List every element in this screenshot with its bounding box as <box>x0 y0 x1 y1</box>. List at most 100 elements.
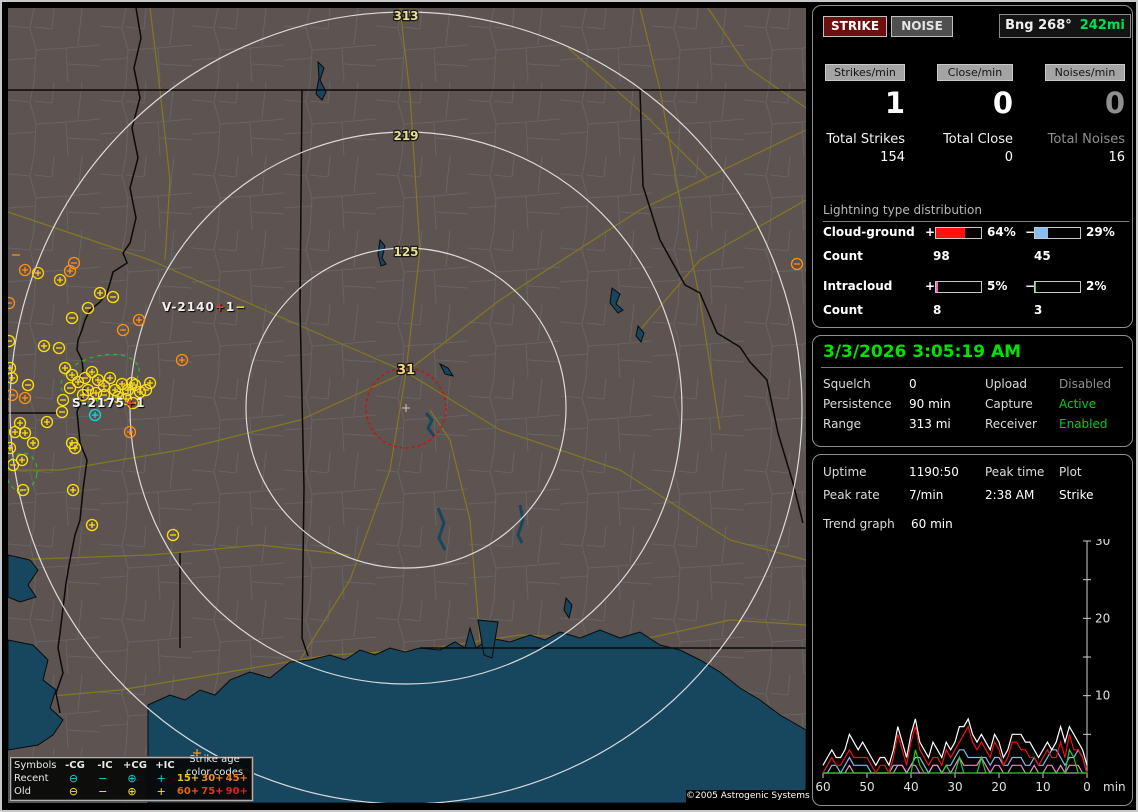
capture-label: Capture <box>985 397 1033 411</box>
svg-text:0: 0 <box>1083 780 1091 794</box>
ic-pos-pct: 5% <box>987 279 1008 293</box>
cell-minus-icon: − <box>235 300 247 314</box>
legend-col-pos-ic: +IC <box>155 760 175 771</box>
cell-count: 1 <box>136 396 146 410</box>
legend-row-old: Old <box>14 786 31 797</box>
storm-cell-label-v2140: V-2140+1− <box>162 300 246 314</box>
peak-time-label: Peak time <box>985 465 1045 479</box>
date-time: 3/3/2026 3:05:19 AM <box>823 342 1022 362</box>
persistence-value: 90 min <box>909 397 951 411</box>
ic-pos-bar-fill <box>936 282 939 292</box>
cell-id: S-2175 <box>72 396 126 410</box>
squelch-value: 0 <box>909 377 917 391</box>
range-value: 313 mi <box>909 417 951 431</box>
noises-rate: 0 <box>1104 86 1125 120</box>
old-pos-ic-icon: + <box>156 785 166 798</box>
total-noises-label: Total Noises <box>1047 132 1125 147</box>
plot-value: Strike <box>1059 488 1094 502</box>
plus-sign: + <box>925 225 936 239</box>
total-close-value: 0 <box>1004 150 1013 165</box>
status-panel: 3/3/2026 3:05:19 AM Squelch 0 Upload Dis… <box>812 335 1133 447</box>
ring-label-219: 219 <box>393 129 418 143</box>
squelch-label: Squelch <box>823 377 871 391</box>
receiver-status: Enabled <box>1059 417 1108 431</box>
legend-col-neg-cg: -CG <box>65 760 85 771</box>
age-90: 90+ <box>225 786 248 797</box>
cg-neg-count: 45 <box>1034 249 1051 263</box>
noises-per-min-chip: Noises/min <box>1045 64 1125 81</box>
trend-window-value: 60 min <box>911 517 953 531</box>
svg-text:30: 30 <box>947 780 962 794</box>
old-neg-ic-icon: − <box>98 785 108 798</box>
bearing-distance: 242mi <box>1079 18 1125 33</box>
ic-neg-bar <box>1034 281 1081 293</box>
cell-plus-icon: + <box>214 300 226 314</box>
symbols-legend: Symbols -CG -IC +CG +IC Strike age color… <box>9 754 254 802</box>
bearing-readout: Bng 268° 242mi <box>999 14 1131 38</box>
svg-text:40: 40 <box>903 780 918 794</box>
total-noises-value: 16 <box>1108 150 1125 165</box>
ic-neg-pct: 2% <box>1086 279 1107 293</box>
recent-pos-cg-icon: ⊕ <box>127 772 137 785</box>
old-pos-cg-icon: ⊕ <box>127 785 137 798</box>
upload-status: Disabled <box>1059 377 1112 391</box>
uptime-value: 1190:50 <box>909 465 959 479</box>
age-15: 15+ <box>176 773 200 784</box>
cg-neg-bar <box>1034 227 1081 239</box>
cell-count: 1 <box>225 300 236 314</box>
lightning-map[interactable]: 313 219 125 31 V-2140+1− S-2175+1 Symbol… <box>8 8 810 803</box>
plus-sign: + <box>925 279 936 293</box>
trend-graph-label: Trend graph <box>823 517 895 531</box>
copyright-text: ©2005 Astrogenic Systems <box>686 790 810 803</box>
trend-panel: Uptime 1190:50 Peak time Plot Peak rate … <box>812 454 1133 806</box>
strikes-rate: 1 <box>884 86 905 120</box>
svg-text:60: 60 <box>815 780 830 794</box>
ic-neg-bar-fill <box>1035 282 1036 292</box>
svg-text:20: 20 <box>991 780 1006 794</box>
storm-cell-label-s2175: S-2175+1 <box>72 396 145 410</box>
age-30: 30+ <box>201 773 224 784</box>
age-60: 60+ <box>176 786 200 797</box>
strike-trend-chart: 60 50 40 30 20 10 0 min 10 20 30 <box>815 539 1126 794</box>
capture-status: Active <box>1059 397 1097 411</box>
age-45: 45+ <box>225 773 248 784</box>
count-label: Count <box>823 249 863 263</box>
cell-id: V-2140 <box>162 300 215 314</box>
distribution-title: Lightning type distribution <box>823 203 1129 222</box>
cg-pos-bar-fill <box>936 228 965 238</box>
ic-neg-count: 3 <box>1034 303 1043 317</box>
legend-col-neg-ic: -IC <box>97 760 113 771</box>
trend-series-neg-cloud-ground <box>823 748 1088 775</box>
noise-mode-button[interactable]: NOISE <box>891 16 953 37</box>
ic-pos-bar <box>935 281 982 293</box>
strike-mode-button[interactable]: STRIKE <box>823 16 887 37</box>
svg-text:min: min <box>1103 780 1126 794</box>
legend-col-pos-cg: +CG <box>123 760 147 771</box>
cg-neg-bar-fill <box>1035 228 1049 238</box>
peak-rate-label: Peak rate <box>823 488 880 502</box>
uptime-label: Uptime <box>823 465 867 479</box>
peak-rate-value: 7/min <box>909 488 944 502</box>
range-label: Range <box>823 417 862 431</box>
recent-neg-ic-icon: − <box>98 772 108 785</box>
recent-neg-cg-icon: ⊖ <box>68 772 79 785</box>
bearing-label: Bng 268° <box>1005 18 1072 33</box>
receiver-label: Receiver <box>985 417 1037 431</box>
upload-label: Upload <box>985 377 1028 391</box>
svg-text:50: 50 <box>859 780 874 794</box>
ring-label-125: 125 <box>393 245 418 259</box>
trend-series-intracloud-neg <box>823 748 1087 774</box>
cell-plus-icon: + <box>125 396 137 410</box>
close-rate: 0 <box>992 86 1013 120</box>
cg-pos-count: 98 <box>933 249 950 263</box>
svg-text:10: 10 <box>1095 689 1110 703</box>
total-strikes-value: 154 <box>880 150 905 165</box>
age-75: 75+ <box>201 786 224 797</box>
total-close-label: Total Close <box>943 132 1013 147</box>
cloud-ground-label: Cloud-ground <box>823 225 915 239</box>
peak-time-value: 2:38 AM <box>985 488 1035 502</box>
close-per-min-chip: Close/min <box>937 64 1013 81</box>
cg-pos-bar <box>935 227 982 239</box>
ic-pos-count: 8 <box>933 303 942 317</box>
total-strikes-label: Total Strikes <box>826 132 905 147</box>
